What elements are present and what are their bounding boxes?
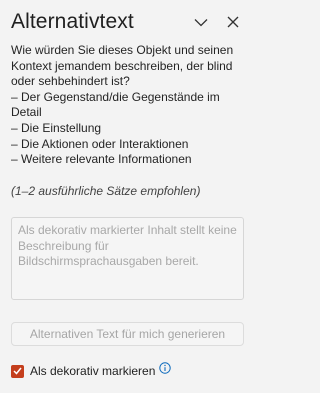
decorative-label[interactable]: Als dekorativ markieren	[30, 364, 155, 378]
chevron-down-icon	[194, 18, 208, 26]
pane-title: Alternativtext	[11, 10, 134, 33]
description-line: – Die Aktionen oder Interaktionen	[11, 136, 189, 151]
placeholder-line: Als dekorativ markierter Inhalt stellt k…	[18, 223, 237, 237]
description-text: Wie würden Sie dieses Objekt und seinen …	[11, 43, 247, 168]
decorative-row: Als dekorativ markieren	[11, 362, 172, 380]
description-line: Detail	[11, 105, 42, 120]
description-line: oder sehbehindert ist?	[11, 74, 130, 89]
description-line: – Der Gegenstand/die Gegenstände im	[11, 89, 220, 104]
close-button[interactable]	[223, 12, 243, 32]
decorative-checkbox[interactable]	[11, 364, 24, 378]
collapse-button[interactable]	[191, 12, 211, 32]
placeholder-line: Beschreibung für	[18, 238, 109, 253]
checkmark-icon	[13, 367, 22, 375]
description-line: – Weitere relevante Informationen	[11, 152, 192, 167]
description-line: – Die Einstellung	[11, 120, 102, 135]
close-icon	[227, 16, 239, 28]
info-icon[interactable]	[159, 362, 172, 374]
alt-text-pane: Alternativtext Wie würden Sie dieses Obj…	[0, 0, 256, 393]
description-line: Kontext jemandem beschreiben, der blind	[11, 58, 233, 73]
description-line: Wie würden Sie dieses Objekt und seinen	[11, 43, 234, 57]
placeholder-line: Bildschirmsprachausgaben bereit.	[18, 254, 199, 269]
generate-alt-text-button[interactable]: Alternativen Text für mich generieren	[11, 322, 244, 346]
alt-text-input[interactable]: Als dekorativ markierter Inhalt stellt k…	[11, 217, 244, 300]
sentence-hint: (1–2 ausführliche Sätze empfohlen)	[11, 184, 201, 198]
